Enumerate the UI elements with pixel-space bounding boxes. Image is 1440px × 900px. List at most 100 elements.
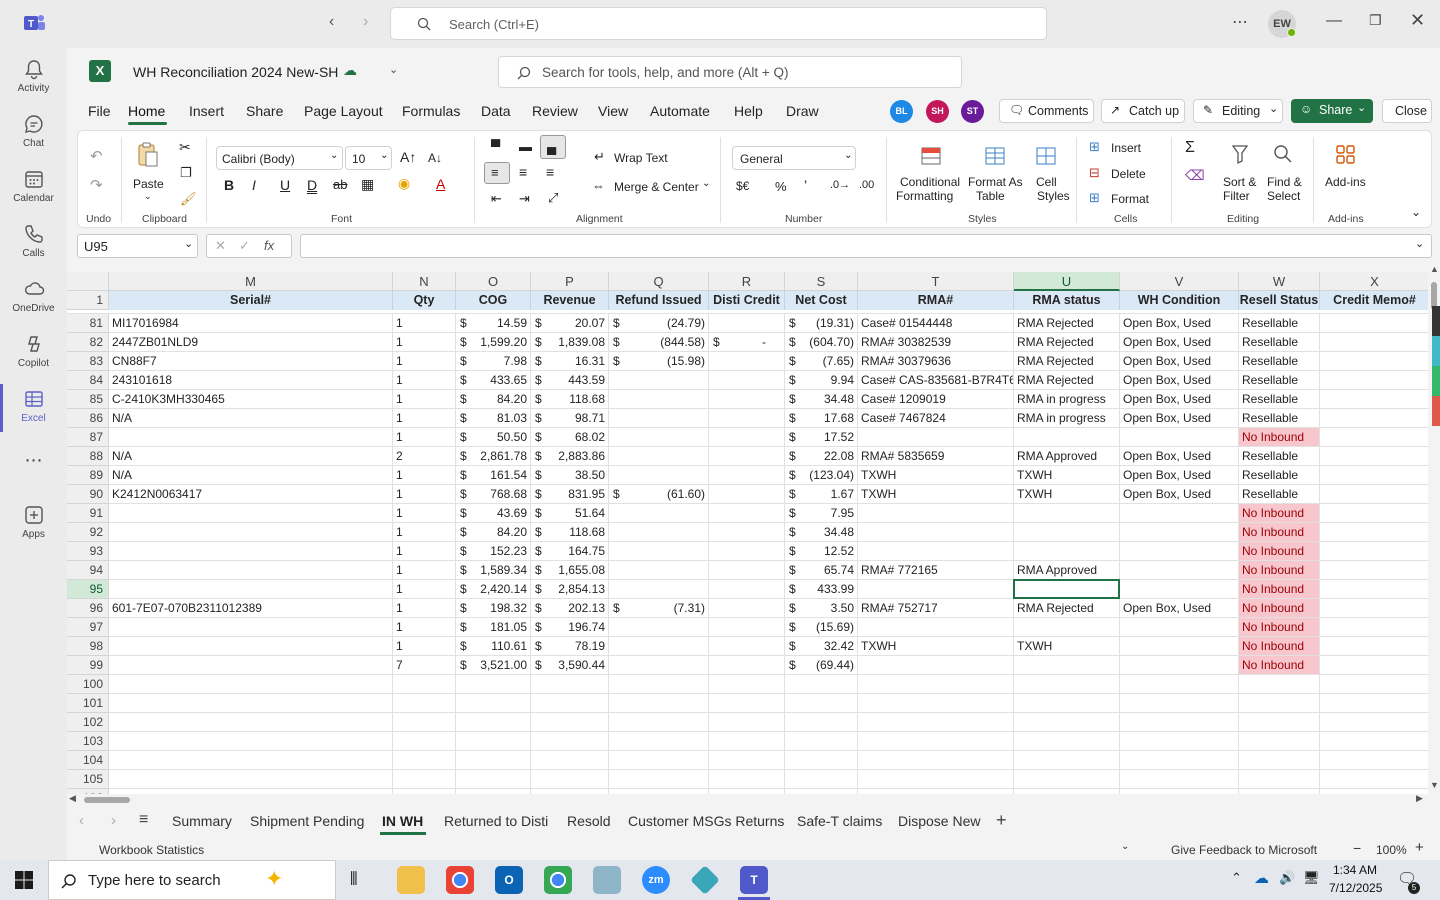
- cell-refund[interactable]: [609, 466, 709, 485]
- sheet-tab-active[interactable]: IN WH: [382, 813, 423, 829]
- collaborator-avatar[interactable]: SH: [926, 100, 949, 123]
- cell-qty[interactable]: 1: [393, 371, 456, 390]
- row-number[interactable]: 88: [67, 447, 109, 466]
- cell-status[interactable]: [1014, 618, 1120, 637]
- column-header[interactable]: Q: [609, 272, 709, 291]
- cell-rev[interactable]: $51.64: [531, 504, 609, 523]
- cell-resell[interactable]: No Inbound: [1239, 561, 1320, 580]
- cell-credit-memo[interactable]: [1320, 599, 1428, 618]
- align-bottom-button[interactable]: ▄: [540, 135, 566, 159]
- cell-status[interactable]: RMA Rejected: [1014, 333, 1120, 352]
- conditional-formatting-icon[interactable]: [920, 145, 942, 167]
- cell-refund[interactable]: [609, 580, 709, 599]
- cell-credit-memo[interactable]: [1320, 390, 1428, 409]
- empty-cell[interactable]: [393, 770, 456, 789]
- empty-cell[interactable]: [858, 713, 1014, 732]
- empty-cell[interactable]: [109, 675, 393, 694]
- cell-status[interactable]: RMA Rejected: [1014, 314, 1120, 333]
- scroll-up-icon[interactable]: ▲: [1430, 264, 1439, 274]
- underline-icon[interactable]: U: [280, 177, 290, 193]
- cell-qty[interactable]: 1: [393, 314, 456, 333]
- sheet-tab[interactable]: Returned to Disti: [444, 813, 548, 829]
- cell-net[interactable]: $ (7.65): [785, 352, 858, 371]
- cell-serial[interactable]: [109, 428, 393, 447]
- insert-cells-button[interactable]: Insert: [1111, 141, 1141, 155]
- empty-cell[interactable]: [609, 675, 709, 694]
- cell-rma[interactable]: [858, 656, 1014, 675]
- status-chevron-icon[interactable]: ⌄: [1121, 841, 1129, 852]
- format-cells-button[interactable]: Format: [1111, 192, 1149, 206]
- cell-status[interactable]: [1014, 542, 1120, 561]
- select-all-corner[interactable]: [67, 272, 109, 291]
- cell-cond[interactable]: Open Box, Used: [1120, 409, 1239, 428]
- cell-styles-icon[interactable]: [1035, 145, 1057, 167]
- teams-taskbar-icon[interactable]: T: [740, 866, 768, 894]
- cell-credit-memo[interactable]: [1320, 561, 1428, 580]
- cell-cond[interactable]: Open Box, Used: [1120, 599, 1239, 618]
- cut-icon[interactable]: ✂: [179, 139, 191, 156]
- autosum-icon[interactable]: Σ: [1185, 139, 1195, 157]
- sheet-tab[interactable]: Resold: [567, 813, 611, 829]
- cell-resell[interactable]: Resellable: [1239, 371, 1320, 390]
- cell-serial[interactable]: C-2410K3MH330465: [109, 390, 393, 409]
- next-sheet-icon[interactable]: ›: [111, 812, 116, 829]
- row-number[interactable]: 100: [67, 675, 109, 694]
- column-title[interactable]: Resell Status: [1239, 291, 1320, 310]
- cell-rma[interactable]: [858, 523, 1014, 542]
- cell-serial[interactable]: N/A: [109, 409, 393, 428]
- cell-credit-memo[interactable]: [1320, 447, 1428, 466]
- cell-resell[interactable]: Resellable: [1239, 390, 1320, 409]
- empty-cell[interactable]: [531, 713, 609, 732]
- app-icon[interactable]: [593, 866, 621, 894]
- increase-decimal-icon[interactable]: .0→: [830, 179, 850, 191]
- cell-qty[interactable]: 1: [393, 599, 456, 618]
- cell-cog[interactable]: $81.03: [456, 409, 531, 428]
- empty-cell[interactable]: [1014, 675, 1120, 694]
- cell-rma[interactable]: [858, 618, 1014, 637]
- cell-qty[interactable]: 2: [393, 447, 456, 466]
- cell-net[interactable]: $ (19.31): [785, 314, 858, 333]
- cell-rma[interactable]: Case# CAS-835681-B7R4T6-1: [858, 371, 1014, 390]
- row-number[interactable]: 93: [67, 542, 109, 561]
- double-underline-icon[interactable]: D: [307, 177, 317, 193]
- cell-credit-memo[interactable]: [1320, 428, 1428, 447]
- cell-cond[interactable]: Open Box, Used: [1120, 485, 1239, 504]
- cell-credit-memo[interactable]: [1320, 333, 1428, 352]
- sort-filter-icon[interactable]: [1230, 143, 1252, 167]
- empty-cell[interactable]: [1320, 694, 1428, 713]
- cell-cog[interactable]: $768.68: [456, 485, 531, 504]
- show-hidden-icons-icon[interactable]: ⌃: [1231, 870, 1242, 886]
- cell-rma[interactable]: Case# 7467824: [858, 409, 1014, 428]
- cell-status[interactable]: RMA Rejected: [1014, 599, 1120, 618]
- horizontal-scroll-thumb[interactable]: [84, 797, 130, 803]
- cell-net[interactable]: $7.95: [785, 504, 858, 523]
- tab-view[interactable]: View: [598, 103, 628, 119]
- cell-refund[interactable]: [609, 561, 709, 580]
- empty-cell[interactable]: [456, 713, 531, 732]
- cell-rma[interactable]: TXWH: [858, 466, 1014, 485]
- cell-qty[interactable]: 1: [393, 504, 456, 523]
- cell-credit-memo[interactable]: [1320, 618, 1428, 637]
- empty-cell[interactable]: [393, 713, 456, 732]
- empty-cell[interactable]: [531, 694, 609, 713]
- give-feedback-link[interactable]: Give Feedback to Microsoft: [1171, 843, 1317, 857]
- column-header[interactable]: U: [1014, 272, 1120, 291]
- cell-serial[interactable]: [109, 637, 393, 656]
- align-middle-icon[interactable]: ▬: [519, 139, 532, 154]
- row-number[interactable]: 96: [67, 599, 109, 618]
- empty-cell[interactable]: [531, 732, 609, 751]
- clock-time[interactable]: 1:34 AM: [1333, 863, 1377, 877]
- empty-cell[interactable]: [109, 751, 393, 770]
- empty-cell[interactable]: [609, 751, 709, 770]
- empty-cell[interactable]: [858, 770, 1014, 789]
- paste-label[interactable]: Paste: [133, 177, 164, 191]
- cell-qty[interactable]: 1: [393, 409, 456, 428]
- column-title[interactable]: Net Cost: [785, 291, 858, 310]
- cell-rev[interactable]: $20.07: [531, 314, 609, 333]
- empty-cell[interactable]: [1239, 732, 1320, 751]
- bold-icon[interactable]: B: [224, 177, 234, 193]
- editing-mode-button[interactable]: ✎ Editing ⌄: [1193, 99, 1283, 123]
- cell-serial[interactable]: N/A: [109, 466, 393, 485]
- cell-cond[interactable]: [1120, 580, 1239, 599]
- empty-cell[interactable]: [1014, 694, 1120, 713]
